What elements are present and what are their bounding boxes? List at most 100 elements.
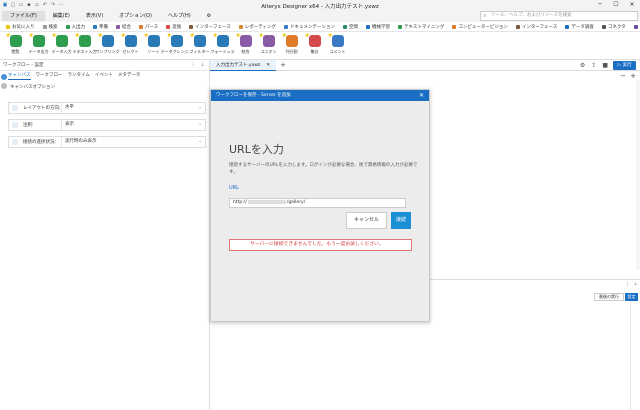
close-tab-icon[interactable]: ✕ (266, 60, 270, 70)
results-pin-icon[interactable]: ⊥ (634, 281, 638, 287)
workflow-config-icon[interactable] (1, 74, 7, 80)
category-tab[interactable]: 変換 (162, 24, 185, 30)
category-tab[interactable]: コネクタ (598, 24, 630, 30)
menu-edit[interactable]: 編集(E) (45, 11, 78, 21)
save-icon[interactable]: ▪ (26, 2, 32, 8)
tool-input-data[interactable]: ★ データ入力 (50, 32, 73, 55)
canvas-scrollbar[interactable] (636, 80, 640, 270)
category-tab[interactable]: 検索 (39, 24, 62, 30)
close-button[interactable]: ✕ (624, 0, 640, 10)
category-color-icon (397, 24, 402, 29)
tab-events[interactable]: イベント (95, 72, 113, 80)
input-data-icon: ★ (52, 32, 68, 47)
maximize-button[interactable]: ☐ (608, 0, 624, 10)
last-run-button[interactable]: 最後の実行 (594, 293, 624, 301)
comment-icon: ★ (328, 32, 344, 47)
results-settings-button[interactable]: 設定 (625, 293, 638, 301)
tool-cleansing[interactable]: ★ データクレンジ... (161, 32, 193, 55)
app-logo-icon: ▣ (2, 2, 8, 8)
favorite-star-icon: ★ (327, 32, 333, 39)
new-file-icon[interactable]: ▢ (10, 2, 16, 8)
panel-menu-icon[interactable]: ⋮ (191, 62, 196, 68)
tool-formula[interactable]: ★ フォーミュラ (210, 32, 235, 55)
add-tab-icon[interactable]: + (280, 61, 286, 69)
favorite-star-icon: ★ (74, 32, 80, 39)
menu-view[interactable]: 表示(V) (78, 11, 111, 21)
stop-icon[interactable]: ■ (602, 62, 608, 69)
url-input[interactable]: http:// /gallery/ (229, 198, 406, 208)
category-tab[interactable]: インターフェース (512, 24, 562, 30)
tool-browse[interactable]: ★ 閲覧 (4, 32, 27, 55)
menu-file[interactable]: ファイル(F) (2, 11, 45, 21)
pin-icon[interactable]: ⊥ (201, 62, 205, 68)
category-tab[interactable]: お気に入り (2, 24, 39, 30)
tab-runtime[interactable]: ランタイム (68, 72, 90, 80)
results-menu-icon[interactable]: ⋮ (625, 281, 630, 287)
zoom-in-icon[interactable]: + (630, 72, 636, 80)
settings-gear-icon[interactable]: ⚙ (580, 62, 585, 69)
info-icon[interactable] (1, 83, 7, 89)
summarize-icon: ★ (305, 32, 321, 47)
menu-options[interactable]: オプション(O) (111, 11, 160, 21)
category-tab[interactable]: 機械学習 (362, 24, 394, 30)
category-tab[interactable]: 空間 (339, 24, 362, 30)
category-tab[interactable]: インターフェース (185, 24, 235, 30)
category-tab[interactable]: 住所 (630, 24, 640, 30)
layout-direction-select[interactable]: 水平 ⌄ (61, 103, 205, 113)
favorite-star-icon: ★ (235, 32, 241, 39)
category-tab[interactable]: ドキュメンテーション (280, 24, 339, 30)
connection-progress-select[interactable]: 実行時のみ表示 ⌄ (61, 137, 205, 147)
search-input[interactable]: ⌕ ツール、ヘルプ、およびリソースを検索 (480, 11, 638, 21)
tab-metadata[interactable]: メタデータ (118, 72, 141, 80)
tool-label: フォーミュラ (210, 49, 235, 54)
annotation-label: 注釈: (9, 122, 61, 128)
filter-icon: ★ (190, 32, 206, 47)
undo-icon[interactable]: ↶ (42, 2, 48, 8)
category-label: 変換 (172, 24, 182, 30)
connect-button[interactable]: 接続 (391, 212, 411, 229)
zoom-out-icon[interactable]: − (620, 72, 626, 80)
favorite-star-icon: ★ (5, 32, 11, 39)
category-tab[interactable]: データ調査 (561, 24, 598, 30)
redo-icon[interactable]: ↷ (50, 2, 56, 8)
tool-label: テキスト入力 (72, 49, 97, 54)
category-tab[interactable]: パース (135, 24, 162, 30)
category-tab[interactable]: テキストマイニング (394, 24, 448, 30)
doc-tab-workflow[interactable]: 入力出力テスト.yxwz ✕ (210, 59, 277, 71)
category-tab[interactable]: 結合 (112, 24, 135, 30)
tab-workflow[interactable]: ワークフロー (36, 72, 63, 80)
tool-summarize[interactable]: ★ 集計 (303, 32, 326, 55)
search-icon: ⌕ (483, 12, 487, 19)
annotation-select[interactable]: 表示 ⌄ (61, 120, 205, 130)
tool-text-to-columns[interactable]: ★ 列分割 (280, 32, 303, 55)
tool-text-input[interactable]: ★ テキスト入力 (72, 32, 97, 55)
more-icon[interactable]: ⋯ (58, 2, 64, 8)
category-color-icon (189, 24, 194, 29)
save-as-icon[interactable]: ▫ (34, 2, 40, 8)
menu-help[interactable]: ヘルプ(H) (160, 11, 199, 21)
chevron-down-icon: ⌄ (198, 105, 202, 110)
tool-output-data[interactable]: ★ データ出力 (27, 32, 50, 55)
cancel-button[interactable]: キャンセル (346, 212, 387, 229)
tool-sample[interactable]: ★ サンプリング (96, 32, 120, 55)
category-tab[interactable]: 入出力 (62, 24, 90, 30)
category-tab[interactable]: レポーティング (235, 24, 280, 30)
settings-icon[interactable]: ⚙ (199, 11, 219, 21)
union-icon: ★ (259, 32, 275, 47)
tool-join[interactable]: ★ 結合 (234, 32, 257, 55)
tool-union[interactable]: ★ ユニオン (257, 32, 280, 55)
tool-select[interactable]: ★ セレクト (119, 32, 142, 55)
chevron-down-icon: ⌄ (198, 139, 202, 144)
category-tab[interactable]: 準備 (89, 24, 112, 30)
dialog-close-icon[interactable]: ✕ (419, 90, 424, 101)
category-tab[interactable]: コンピュータービジョン (448, 24, 512, 30)
tab-canvas[interactable]: キャンバス (8, 72, 31, 80)
open-folder-icon[interactable]: ▭ (18, 2, 24, 8)
config-tabs: キャンバス ワークフロー ランタイム イベント メタデータ (8, 72, 140, 80)
minimize-button[interactable]: ─ (592, 0, 608, 10)
run-button[interactable]: ▷ 実行 (613, 61, 636, 70)
favorite-star-icon: ★ (258, 32, 264, 39)
share-icon[interactable]: ⇪ (591, 62, 596, 69)
tool-filter[interactable]: ★ フィルター (188, 32, 211, 55)
tool-comment[interactable]: ★ コメント (326, 32, 349, 55)
